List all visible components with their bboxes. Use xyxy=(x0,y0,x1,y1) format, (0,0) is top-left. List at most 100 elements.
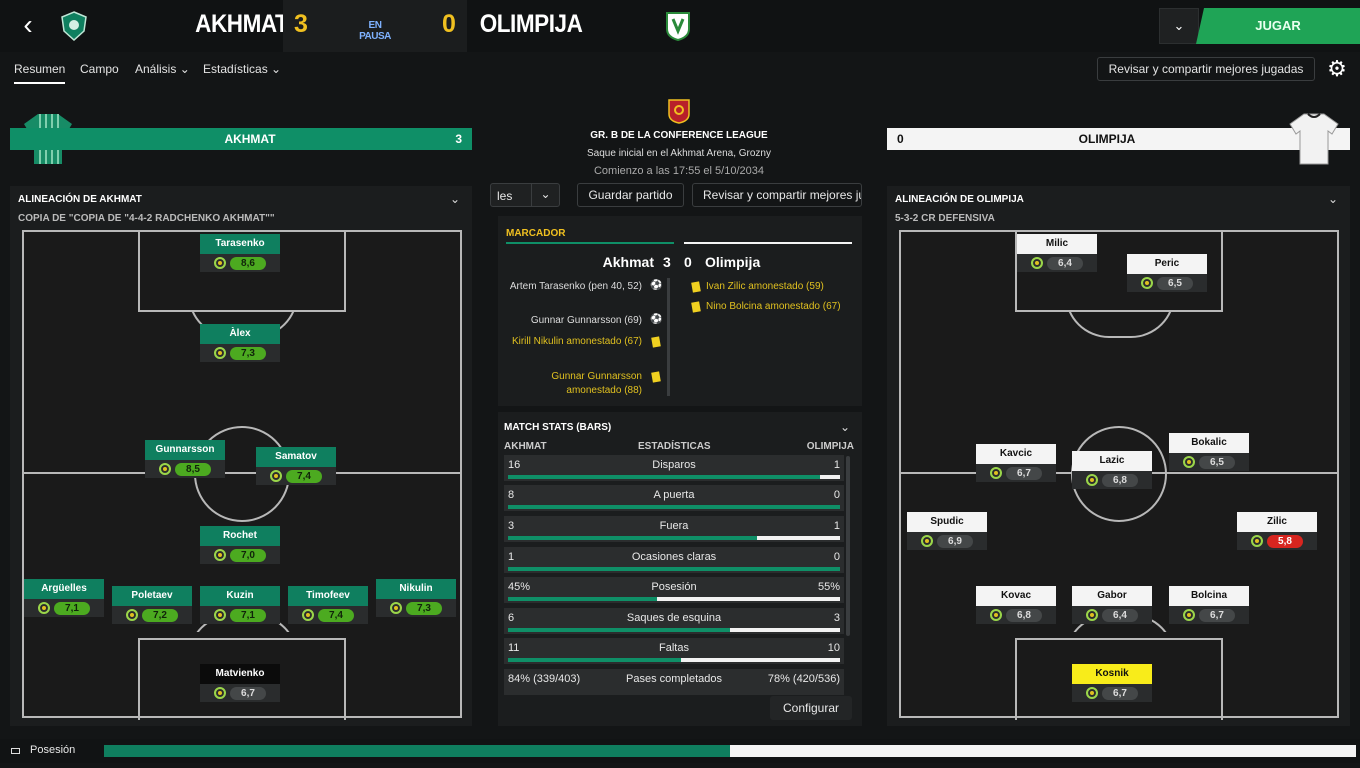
rating-icon xyxy=(302,609,314,621)
review-button[interactable]: Revisar y compartir mejores ju xyxy=(692,183,862,207)
player-name: Gabor xyxy=(1072,586,1152,606)
stat-row: 16 Disparos 1 xyxy=(504,455,844,481)
stat-home-bar xyxy=(508,505,840,509)
stat-away-value: 10 xyxy=(827,642,840,654)
player-card[interactable]: Argüelles 7,1 xyxy=(24,579,104,617)
possession-track xyxy=(104,745,1356,757)
away-banner: 0 OLIMPIJA xyxy=(887,128,1350,150)
stat-label: Fuera xyxy=(659,520,689,532)
player-rating-row: 6,7 xyxy=(1072,684,1152,702)
rating-icon xyxy=(990,609,1002,621)
player-rating: 7,1 xyxy=(230,609,266,622)
player-card[interactable]: Milic 6,4 xyxy=(1017,234,1097,272)
home-banner-name: AKHMAT xyxy=(224,132,276,146)
player-card[interactable]: Kosnik 6,7 xyxy=(1072,664,1152,702)
rating-icon xyxy=(214,687,226,699)
player-card[interactable]: Àlex 7,3 xyxy=(200,324,280,362)
player-name: Àlex xyxy=(200,324,280,344)
view-dropdown[interactable]: les ⌄ xyxy=(490,183,560,207)
player-rating-row: 6,8 xyxy=(976,606,1056,624)
player-rating-row: 7,0 xyxy=(200,546,280,564)
tab-analisis[interactable]: Análisis ⌄ xyxy=(135,62,190,76)
ball-icon: ⚽ xyxy=(650,280,663,291)
kickoff-info: Saque inicial en el Akhmat Arena, Grozny xyxy=(587,148,771,159)
player-name: Zilic xyxy=(1237,512,1317,532)
player-card[interactable]: Tarasenko 8,6 xyxy=(200,234,280,272)
player-rating: 6,4 xyxy=(1102,609,1138,622)
stat-away-bar xyxy=(657,597,840,601)
player-card[interactable]: Peric 6,5 xyxy=(1127,254,1207,292)
player-name: Kuzin xyxy=(200,586,280,606)
player-rating-row: 6,4 xyxy=(1072,606,1152,624)
player-rating-row: 6,7 xyxy=(976,464,1056,482)
home-event: Gunnar Gunnarsson amonestado (88) xyxy=(551,371,642,396)
possession-label: Posesión xyxy=(30,744,76,756)
player-card[interactable]: Matvienko 6,7 xyxy=(200,664,280,702)
player-card[interactable]: Rochet 7,0 xyxy=(200,526,280,564)
player-card[interactable]: Gunnarsson 8,5 xyxy=(145,440,225,478)
home-banner-score: 3 xyxy=(455,132,462,146)
chevron-down-icon[interactable]: ⌄ xyxy=(1159,8,1199,44)
player-card[interactable]: Bolcina 6,7 xyxy=(1169,586,1249,624)
player-card[interactable]: Spudic 6,9 xyxy=(907,512,987,550)
player-rating: 8,6 xyxy=(230,257,266,270)
rating-icon xyxy=(1183,456,1195,468)
tab-campo[interactable]: Campo xyxy=(80,62,119,76)
rating-icon xyxy=(390,602,402,614)
rating-icon xyxy=(214,549,226,561)
player-rating: 5,8 xyxy=(1267,535,1303,548)
player-card[interactable]: Kuzin 7,1 xyxy=(200,586,280,624)
player-rating: 6,8 xyxy=(1006,609,1042,622)
player-card[interactable]: Lazic 6,8 xyxy=(1072,451,1152,489)
stat-row: 6 Saques de esquina 3 xyxy=(504,608,844,634)
play-button[interactable]: JUGAR xyxy=(1196,8,1360,44)
stat-away-value: 1 xyxy=(833,520,840,532)
player-card[interactable]: Poletaev 7,2 xyxy=(112,586,192,624)
stat-away-value: 55% xyxy=(817,581,840,593)
player-rating-row: 6,7 xyxy=(1169,606,1249,624)
away-kit-icon xyxy=(1289,113,1339,165)
configure-button[interactable]: Configurar xyxy=(770,696,852,720)
stat-home-bar xyxy=(508,567,840,571)
yellow-card-icon xyxy=(691,281,701,293)
save-match-button[interactable]: Guardar partido xyxy=(577,183,684,207)
chevron-down-icon[interactable]: ⌄ xyxy=(840,420,850,434)
rating-icon xyxy=(38,602,50,614)
chevron-down-icon[interactable]: ⌄ xyxy=(450,192,460,206)
player-rating: 6,9 xyxy=(937,535,973,548)
player-card[interactable]: Samatov 7,4 xyxy=(256,447,336,485)
home-formation: COPIA DE "COPIA DE "4-4-2 RADCHENKO AKHM… xyxy=(18,213,275,224)
chevron-down-icon[interactable]: ⌄ xyxy=(1328,192,1338,206)
player-card[interactable]: Bokalic 6,5 xyxy=(1169,433,1249,471)
start-time: Comienzo a las 17:55 el 5/10/2034 xyxy=(593,165,764,177)
player-card[interactable]: Kovac 6,8 xyxy=(976,586,1056,624)
player-name: Nikulin xyxy=(376,579,456,599)
tab-estadisticas[interactable]: Estadísticas ⌄ xyxy=(203,62,281,76)
player-card[interactable]: Gabor 6,4 xyxy=(1072,586,1152,624)
stat-away-value: 1 xyxy=(833,459,840,471)
player-card[interactable]: Kavcic 6,7 xyxy=(976,444,1056,482)
player-rating: 6,5 xyxy=(1199,456,1235,469)
stats-scrollbar[interactable] xyxy=(846,456,850,636)
gear-icon[interactable]: ⚙ xyxy=(1323,55,1351,83)
player-name: Rochet xyxy=(200,526,280,546)
stat-home-bar xyxy=(508,597,657,601)
player-card[interactable]: Nikulin 7,3 xyxy=(376,579,456,617)
back-arrow-icon[interactable]: ‹ xyxy=(16,11,40,40)
chevron-down-icon: ⌄ xyxy=(531,184,559,206)
player-rating: 8,5 xyxy=(175,463,211,476)
home-team-name: AKHMAT xyxy=(195,10,289,38)
yellow-card-icon xyxy=(691,301,701,313)
stat-away-value: 0 xyxy=(833,551,840,563)
stat-row: 45% Posesión 55% xyxy=(504,577,844,603)
review-highlights-button[interactable]: Revisar y compartir mejores jugadas xyxy=(1097,57,1315,81)
player-card[interactable]: Timofeev 7,4 xyxy=(288,586,368,624)
tab-resumen[interactable]: Resumen xyxy=(14,62,66,84)
player-rating: 7,3 xyxy=(230,347,266,360)
top-bar: ‹ AKHMAT 3 EN PAUSA 0 OLIMPIJA ⌄ JUGAR xyxy=(0,0,1360,52)
stats-home-header: AKHMAT xyxy=(504,441,547,452)
rating-icon xyxy=(159,463,171,475)
player-card[interactable]: Zilic 5,8 xyxy=(1237,512,1317,550)
player-rating-row: 5,8 xyxy=(1237,532,1317,550)
player-name: Kavcic xyxy=(976,444,1056,464)
